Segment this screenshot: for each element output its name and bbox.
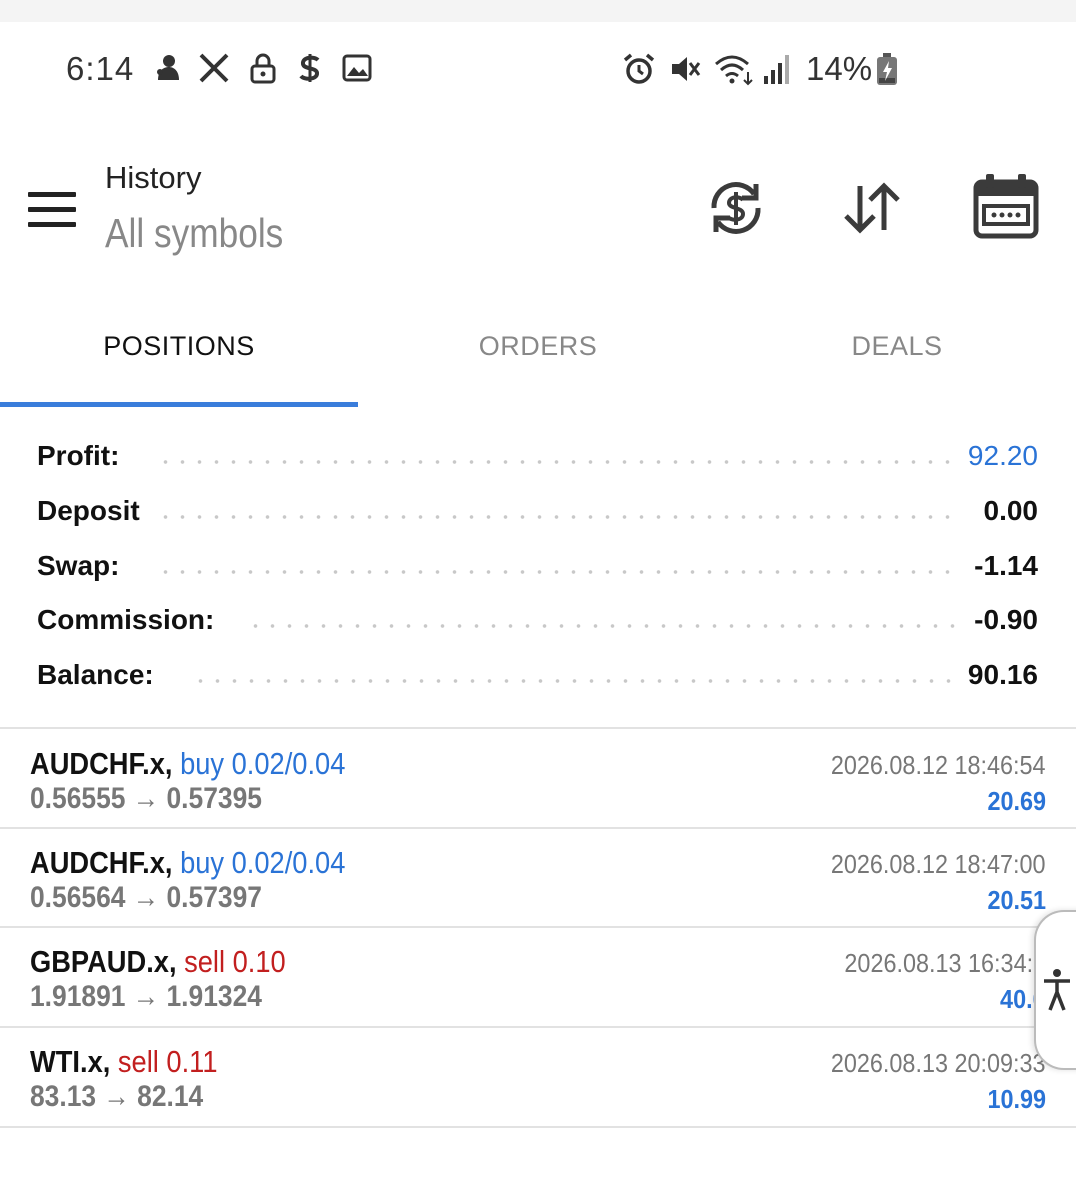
- position-side: buy 0.02/0.04: [180, 746, 346, 781]
- page-title: History: [105, 160, 202, 195]
- summary-value: -1.14: [962, 550, 1038, 582]
- position-time: 2026.08.13 20:09:33: [831, 1048, 1046, 1078]
- vibrate-mute-icon: [672, 57, 701, 81]
- tab-positions[interactable]: POSITIONS: [0, 320, 358, 408]
- lock-icon: [250, 53, 276, 84]
- dotted-leader: [157, 515, 958, 519]
- position-prices: 0.56555 → 0.57395: [30, 782, 262, 815]
- summary-value: -0.90: [962, 604, 1038, 636]
- signal-icon: [764, 55, 789, 84]
- dotted-leader: [157, 570, 958, 574]
- summary-row-commission: Commission: -0.90: [37, 594, 1038, 648]
- dollar-app-icon: [299, 54, 320, 82]
- menu-button[interactable]: [28, 192, 76, 228]
- dotted-leader: [247, 624, 958, 628]
- position-row[interactable]: AUDCHF.x, buy 0.02/0.04 0.56564 → 0.5739…: [0, 829, 1076, 927]
- dotted-leader: [192, 679, 958, 683]
- summary-label: Profit:: [37, 440, 130, 472]
- summary-row-balance: Balance: 90.16: [37, 649, 1038, 703]
- position-side: buy 0.02/0.04: [180, 845, 346, 880]
- summary-label: Balance:: [37, 659, 164, 691]
- currency-exchange-icon[interactable]: [704, 176, 768, 240]
- position-prices: 83.13 → 82.14: [30, 1080, 204, 1113]
- summary-row-swap: Swap: -1.14: [37, 540, 1038, 594]
- tab-orders[interactable]: ORDERS: [359, 320, 717, 408]
- summary-label: Commission:: [37, 604, 225, 636]
- dotted-leader: [157, 460, 958, 464]
- x-icon: [199, 53, 229, 83]
- calendar-icon[interactable]: [972, 172, 1040, 240]
- tab-bar: POSITIONS ORDERS DEALS: [0, 320, 1076, 408]
- position-symbol: AUDCHF.x,: [30, 845, 173, 880]
- position-time: 2026.08.13 16:34:1: [844, 948, 1046, 978]
- summary-value: 90.16: [955, 659, 1038, 691]
- position-symbol-line: WTI.x, sell 0.11: [30, 1044, 218, 1080]
- wifi-icon: [715, 55, 753, 86]
- summary-value: 92.20: [955, 440, 1038, 472]
- sort-icon[interactable]: [840, 176, 904, 240]
- position-symbol: WTI.x,: [30, 1044, 111, 1079]
- battery-percent: 14%: [806, 50, 873, 87]
- divider: [0, 727, 1076, 729]
- position-profit: 10.99: [987, 1084, 1046, 1114]
- position-symbol: GBPAUD.x,: [30, 944, 177, 979]
- position-side: sell 0.10: [184, 944, 286, 979]
- accessibility-button[interactable]: [1034, 910, 1076, 1070]
- position-prices: 1.91891 → 1.91324: [30, 980, 262, 1013]
- summary-label: Deposit: [37, 495, 150, 527]
- position-symbol-line: GBPAUD.x, sell 0.10: [30, 944, 286, 980]
- tab-deals[interactable]: DEALS: [718, 320, 1076, 408]
- summary-value: 0.00: [971, 495, 1038, 527]
- hamburger-icon: [28, 192, 76, 197]
- position-row[interactable]: AUDCHF.x, buy 0.02/0.04 0.56555 → 0.5739…: [0, 730, 1076, 828]
- summary-row-profit: Profit: 92.20: [37, 430, 1038, 484]
- position-symbol-line: AUDCHF.x, buy 0.02/0.04: [30, 746, 345, 782]
- position-row[interactable]: WTI.x, sell 0.11 83.13 → 82.14 2026.08.1…: [0, 1028, 1076, 1126]
- position-symbol-line: AUDCHF.x, buy 0.02/0.04: [30, 845, 345, 881]
- active-tab-indicator: [0, 402, 358, 407]
- alarm-icon: [623, 53, 655, 84]
- notification-app-icon: [157, 55, 179, 80]
- summary-label: Swap:: [37, 550, 130, 582]
- status-time: 6:14: [66, 50, 135, 87]
- position-row[interactable]: GBPAUD.x, sell 0.10 1.91891 → 1.91324 20…: [0, 928, 1076, 1026]
- position-profit: 20.51: [987, 885, 1046, 915]
- accessibility-icon: [1044, 969, 1070, 1011]
- image-icon: [342, 54, 372, 82]
- position-symbol: AUDCHF.x,: [30, 746, 173, 781]
- hamburger-line: [28, 222, 76, 227]
- top-strip: [0, 0, 1076, 22]
- position-prices: 0.56564 → 0.57397: [30, 881, 262, 914]
- symbol-filter[interactable]: All symbols: [105, 210, 283, 257]
- position-side: sell 0.11: [117, 1044, 218, 1079]
- summary-row-deposit: Deposit 0.00: [37, 485, 1038, 539]
- position-time: 2026.08.12 18:47:00: [831, 849, 1046, 879]
- position-time: 2026.08.12 18:46:54: [831, 750, 1046, 780]
- position-profit: 20.69: [987, 786, 1046, 816]
- battery-charging-icon: [877, 53, 897, 85]
- hamburger-line: [28, 207, 76, 212]
- status-bar: 6:14 14%: [0, 40, 1076, 98]
- divider: [0, 1126, 1076, 1128]
